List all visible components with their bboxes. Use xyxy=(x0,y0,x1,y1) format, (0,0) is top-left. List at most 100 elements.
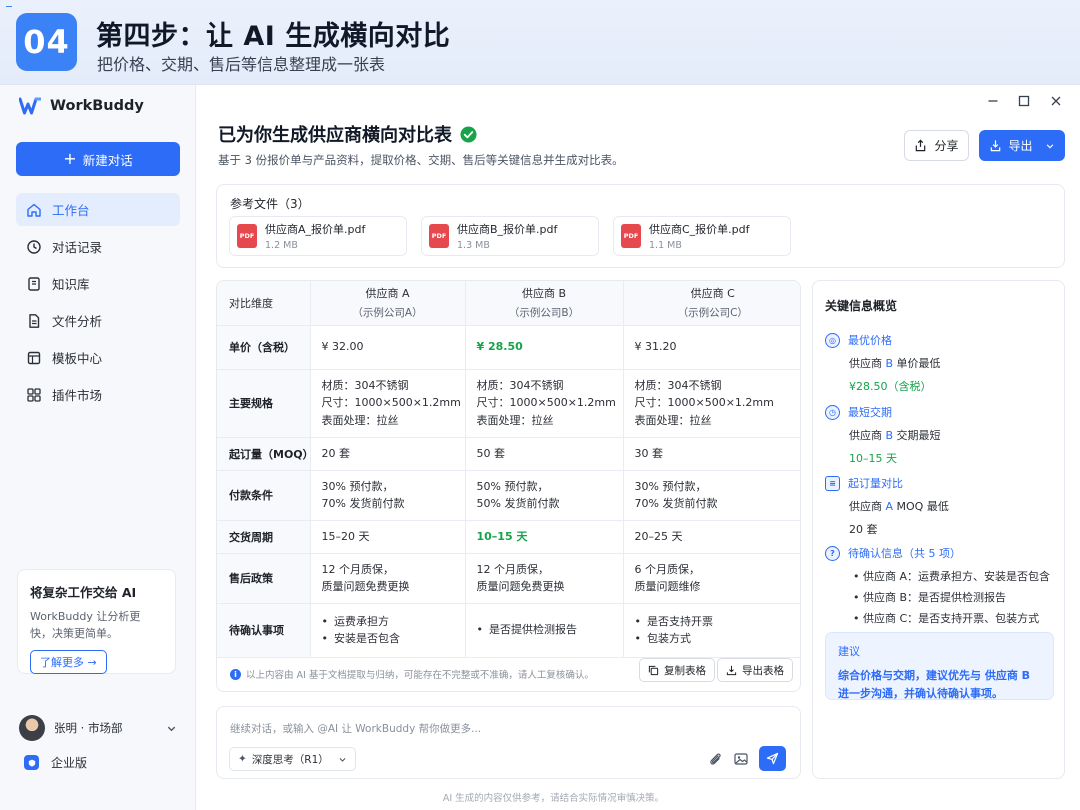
sidebar-item-plugins[interactable]: 插件市场 xyxy=(16,378,180,411)
table-cell: 20–25 天 xyxy=(623,520,800,554)
cell-line: 6 个月质保， xyxy=(634,562,701,576)
table-cell: 15–20 天 xyxy=(310,520,466,554)
sidebar: WorkBuddy + 新建对话 工作台 对话记录 知识库 文件分析 模板中心 … xyxy=(0,85,196,810)
line-text: MOQ 最低 xyxy=(893,500,949,513)
send-icon xyxy=(766,752,779,765)
cell-line: 70% 发货前付款 xyxy=(321,497,405,510)
reference-files: 参考文件（3） PDF 供应商A_报价单.pdf 1.2 MB PDF 供应商B… xyxy=(216,184,1065,268)
clock-icon: ◷ xyxy=(825,404,840,420)
file-icon xyxy=(29,313,40,328)
promo-card: 将复杂工作交给 AI WorkBuddy 让分析更快，决策更简单。 了解更多 → xyxy=(17,569,176,674)
file-card[interactable]: PDF 供应商C_报价单.pdf 1.1 MB xyxy=(613,216,791,256)
chevron-down-icon xyxy=(167,726,176,731)
highlight-supplier: A xyxy=(885,500,894,513)
cell-bullet: • 安装是否包含 xyxy=(322,630,465,648)
info-icon: i xyxy=(230,668,241,680)
edition-badge: 企业版 xyxy=(24,754,87,771)
sidebar-item-templates[interactable]: 模板中心 xyxy=(16,341,180,374)
column-header-supplier: 供应商 A （示例公司A） xyxy=(310,281,466,326)
table-row: 交货周期 15–20 天 10–15 天 20–25 天 xyxy=(217,520,800,554)
download-icon xyxy=(726,665,737,675)
sidebar-item-knowledge[interactable]: 知识库 xyxy=(16,267,180,300)
column-header-supplier: 供应商 B （示例公司B） xyxy=(465,281,624,326)
page-title-text: 已为你生成供应商横向对比表 xyxy=(218,125,452,146)
cell-line: 10–15 天 xyxy=(476,529,528,543)
note-text: 以上内容由 AI 基于文档提取与归纳，可能存在不完整或不准确，请人工复核确认。 xyxy=(246,670,594,681)
cell-line: 20–25 天 xyxy=(634,529,683,543)
plus-icon: + xyxy=(63,149,77,168)
file-name: 供应商C_报价单.pdf xyxy=(649,223,750,236)
bullet-dot: • xyxy=(634,614,642,628)
bullet-text: 是否提供检测报告 xyxy=(489,623,577,637)
cell-bullet: • 包装方式 xyxy=(634,630,801,648)
key-info-panel: 关键信息概览 ◎ 最优价格 供应商 B 单价最低 ¥28.50（含税） ◷ 最短交期… xyxy=(812,280,1065,779)
pending-item-text: 供应商 B：是否提供检测报告 xyxy=(863,591,1007,604)
new-chat-label: 新建对话 xyxy=(82,152,133,168)
fastest-value: 10–15 天 xyxy=(849,452,897,465)
new-chat-button[interactable]: + 新建对话 xyxy=(16,142,180,176)
cell-line: 15–20 天 xyxy=(321,529,370,543)
row-dimension: 付款条件 xyxy=(217,470,311,521)
advice-line: 进一步沟通，并确认待确认事项。 xyxy=(838,687,1003,700)
cell-line: 30% 预付款， xyxy=(634,479,707,493)
table-cell: • 是否提供检测报告 xyxy=(465,603,624,658)
corner-mark xyxy=(6,6,12,9)
chat-input[interactable]: 继续对话，或输入 @AI 让 WorkBuddy 帮你做更多... xyxy=(230,721,481,736)
export-table-button[interactable]: 导出表格 xyxy=(717,658,793,682)
cell-line: 尺寸：1000×500×1.2mm xyxy=(634,396,774,410)
image-icon[interactable] xyxy=(733,751,749,767)
supplier-company: （示例公司A） xyxy=(352,307,423,320)
bullet-dot: • xyxy=(634,632,642,645)
app-name: WorkBuddy xyxy=(50,98,144,114)
learn-more-button[interactable]: 了解更多 → xyxy=(30,650,107,674)
highlight-supplier: B xyxy=(885,429,894,442)
send-button[interactable] xyxy=(759,746,786,771)
pending-item-text: 供应商 C：是否支持开票、包装方式 xyxy=(863,612,1040,625)
app-logo[interactable]: WorkBuddy xyxy=(19,97,144,115)
target-icon: ◎ xyxy=(825,332,840,348)
line-text: 单价最低 xyxy=(893,357,941,370)
enterprise-icon xyxy=(24,755,39,770)
download-icon xyxy=(991,140,1001,152)
bullet-dot: • xyxy=(321,632,329,645)
sidebar-item-workbench[interactable]: 工作台 xyxy=(16,193,180,226)
table-cell: 12 个月质保， 质量问题免费更换 xyxy=(310,553,466,604)
cell-line: 材质：304不锈钢 xyxy=(634,378,722,392)
user-name: 张明 · 市场部 xyxy=(54,721,123,735)
export-button[interactable]: 导出 xyxy=(979,130,1065,161)
cell-line: 表面处理：拉丝 xyxy=(634,413,712,427)
pdf-icon: PDF xyxy=(237,224,257,248)
copy-table-button[interactable]: 复制表格 xyxy=(639,658,715,682)
line-text: 供应商 xyxy=(849,357,886,370)
share-label: 分享 xyxy=(934,139,959,153)
row-dimension: 主要规格 xyxy=(217,369,311,438)
close-button[interactable] xyxy=(1048,93,1064,109)
cell-line: 12 个月质保， xyxy=(476,562,550,576)
file-card[interactable]: PDF 供应商B_报价单.pdf 1.3 MB xyxy=(421,216,599,256)
bullet-dot: • xyxy=(321,614,329,628)
minimize-button[interactable] xyxy=(985,93,1001,109)
table-row: 单价（含税） ¥ 32.00 ¥ 28.50 ¥ 31.20 xyxy=(217,325,800,370)
section-title: 起订量对比 xyxy=(848,477,903,490)
file-card[interactable]: PDF 供应商A_报价单.pdf 1.2 MB xyxy=(229,216,407,256)
pending-info-section: ? 待确认信息（共 5 项） • 供应商 A：运费承担方、安装是否包含 • 供应商… xyxy=(825,545,1053,626)
table-cell: 50 套 xyxy=(465,437,624,471)
maximize-button[interactable] xyxy=(1016,93,1032,109)
supplier-name: 供应商 B xyxy=(521,287,567,301)
sidebar-item-file-analysis[interactable]: 文件分析 xyxy=(16,304,180,337)
cell-bullet: • 是否提供检测报告 xyxy=(477,621,623,639)
user-menu[interactable]: 张明 · 市场部 xyxy=(19,715,177,741)
chevron-down-icon xyxy=(1046,143,1053,148)
cell-line: 12 个月质保， xyxy=(321,562,395,576)
attachment-icon[interactable] xyxy=(707,751,723,767)
sidebar-nav: 工作台 对话记录 知识库 文件分析 模板中心 插件市场 xyxy=(16,193,180,415)
table-cell: 材质：304不锈钢尺寸：1000×500×1.2mm 表面处理：拉丝 xyxy=(623,369,800,438)
pending-item-text: 供应商 A：运费承担方、安装是否包含 xyxy=(863,570,1051,583)
share-button[interactable]: 分享 xyxy=(904,130,969,161)
cell-line: 尺寸：1000×500×1.2mm xyxy=(476,396,616,410)
deep-think-toggle[interactable]: ✦ 深度思考（R1） xyxy=(229,747,356,771)
file-size: 1.3 MB xyxy=(457,240,490,251)
best-price-value: ¥28.50（含税） xyxy=(849,380,932,393)
sidebar-item-history[interactable]: 对话记录 xyxy=(16,230,180,263)
table-cell: 20 套 xyxy=(310,437,466,471)
